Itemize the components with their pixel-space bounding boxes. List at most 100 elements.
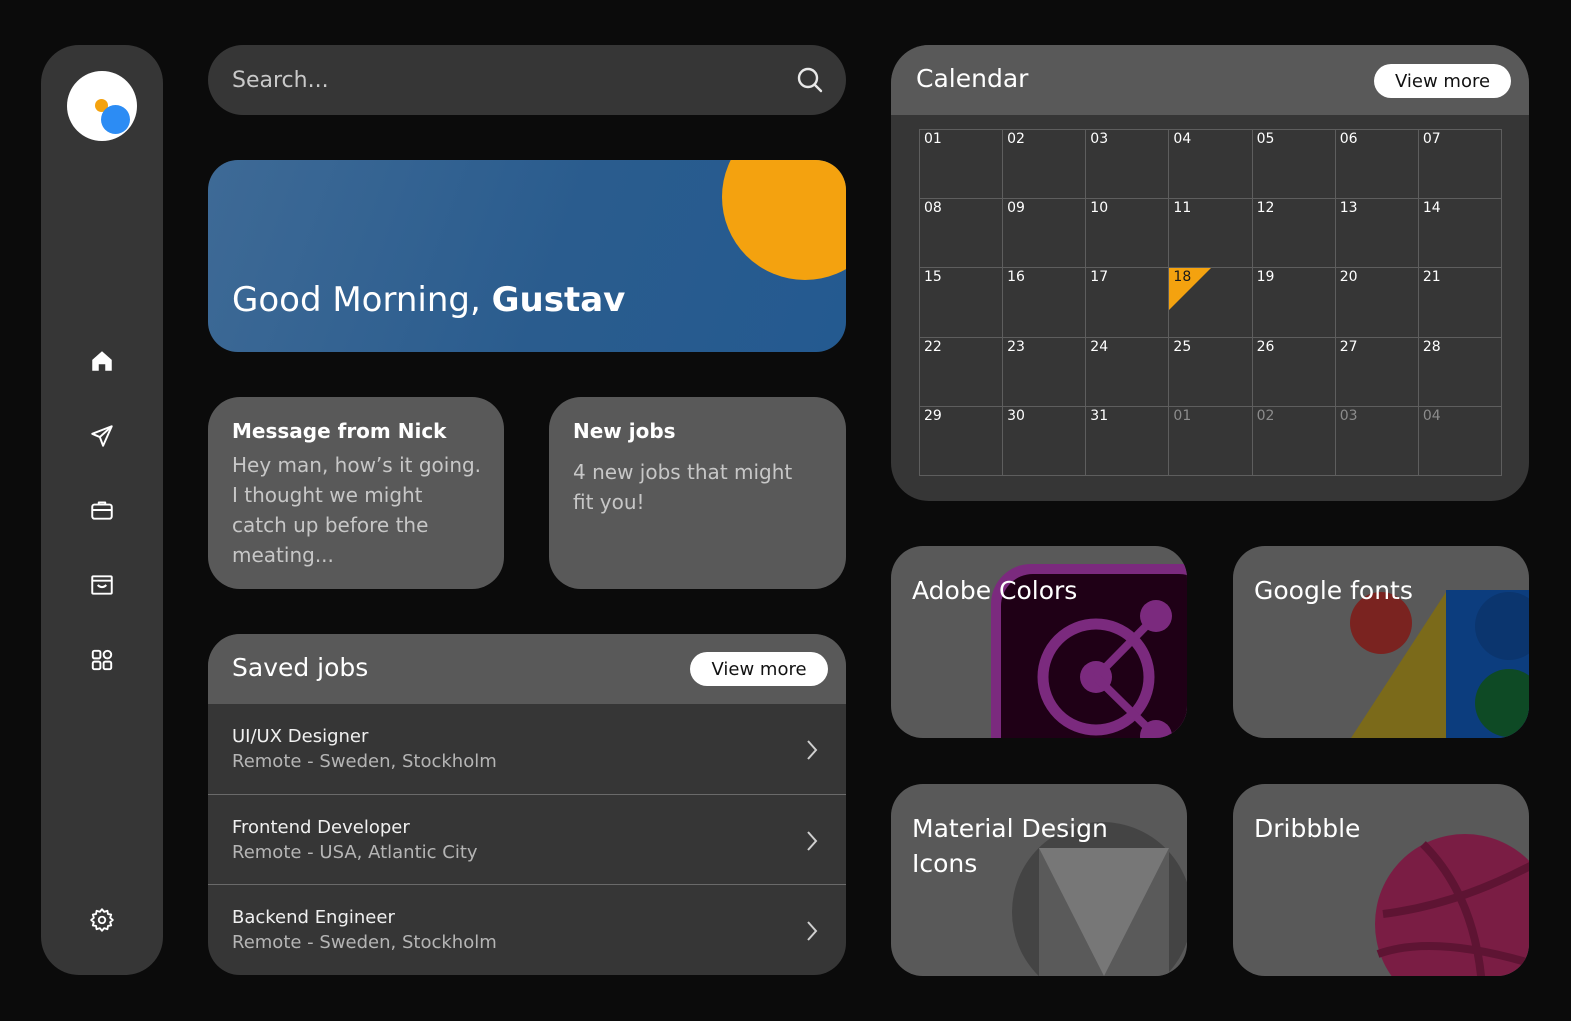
briefcase-icon[interactable] (88, 496, 116, 524)
dribbble-tile[interactable]: Dribbble (1233, 784, 1529, 976)
send-icon[interactable] (88, 422, 116, 450)
app-logo[interactable] (67, 71, 137, 141)
calendar-day[interactable]: 24 (1086, 337, 1170, 407)
calendar-day[interactable]: 15 (920, 268, 1004, 338)
calendar-day[interactable]: 02 (1252, 406, 1336, 476)
calendar-day[interactable]: 10 (1086, 199, 1170, 269)
calendar-day-number: 28 (1422, 338, 1441, 355)
tile-title: Material Design Icons (912, 814, 1108, 878)
calendar-day-number: 11 (1173, 200, 1192, 217)
calendar-day[interactable]: 07 (1418, 130, 1502, 200)
calendar-grid: 01 02 03 04 05 06 07 08 09 10 11 12 13 14 15 16 17 18 19 20… (919, 129, 1502, 476)
calendar-day[interactable]: 28 (1418, 337, 1502, 407)
calendar-day-number: 06 (1339, 131, 1358, 147)
material-design-icons-tile[interactable]: Material Design Icons (891, 784, 1187, 976)
inbox-icon[interactable] (88, 571, 116, 599)
calendar-day-number: 20 (1339, 269, 1358, 286)
message-card-title: Message from Nick (232, 419, 447, 443)
calendar-day-number: 27 (1339, 338, 1358, 355)
chevron-right-icon (807, 921, 818, 941)
apps-grid-icon[interactable] (88, 646, 116, 674)
job-title: Backend Engineer (232, 907, 395, 928)
greeting-text: Good Morning, Gustav (232, 280, 625, 320)
message-card-body: Hey man, how’s it going. I thought we mi… (232, 453, 482, 567)
chevron-right-icon (807, 740, 818, 760)
calendar-day-number: 22 (924, 338, 942, 355)
calendar-day[interactable]: 29 (920, 406, 1004, 476)
saved-jobs-panel: Saved jobs View more UI/UX Designer Remo… (208, 634, 846, 975)
tile-title: Dribbble (1254, 814, 1361, 843)
calendar-day-today[interactable]: 18 (1169, 268, 1253, 338)
calendar-day[interactable]: 16 (1003, 268, 1087, 338)
search-icon[interactable] (796, 66, 824, 94)
logo-dot-blue (101, 105, 130, 134)
calendar-day-number: 07 (1422, 131, 1441, 147)
calendar-day-number: 25 (1173, 338, 1192, 355)
calendar-day[interactable]: 21 (1418, 268, 1502, 338)
job-title: UI/UX Designer (232, 726, 369, 747)
calendar-day[interactable]: 01 (920, 130, 1004, 200)
calendar-day[interactable]: 06 (1335, 130, 1419, 200)
calendar-day[interactable]: 09 (1003, 199, 1087, 269)
saved-job-row[interactable]: UI/UX Designer Remote - Sweden, Stockhol… (208, 704, 846, 794)
calendar-day[interactable]: 14 (1418, 199, 1502, 269)
calendar-day[interactable]: 04 (1169, 130, 1253, 200)
calendar-day[interactable]: 27 (1335, 337, 1419, 407)
calendar-day-number: 17 (1090, 269, 1109, 286)
calendar-day[interactable]: 11 (1169, 199, 1253, 269)
saved-jobs-view-more-button[interactable]: View more (690, 652, 828, 686)
calendar-day-number: 15 (924, 269, 942, 286)
calendar-day[interactable]: 01 (1169, 406, 1253, 476)
calendar-day-number: 04 (1173, 131, 1192, 147)
calendar-day-number: 24 (1090, 338, 1109, 355)
greeting-banner: Good Morning, Gustav (208, 160, 846, 352)
calendar-day[interactable]: 30 (1003, 406, 1087, 476)
calendar-day[interactable]: 05 (1252, 130, 1336, 200)
adobe-colors-tile[interactable]: Adobe Colors (891, 546, 1187, 738)
calendar-day-number: 29 (924, 407, 942, 424)
sun-decoration (722, 160, 846, 280)
message-card[interactable]: Message from Nick Hey man, how’s it goin… (208, 397, 504, 589)
calendar-day[interactable]: 23 (1003, 337, 1087, 407)
calendar-day-number: 31 (1090, 407, 1109, 424)
calendar-day[interactable]: 26 (1252, 337, 1336, 407)
calendar-day[interactable]: 31 (1086, 406, 1170, 476)
new-jobs-card[interactable]: New jobs 4 new jobs that might fit you! (549, 397, 846, 589)
new-jobs-card-body: 4 new jobs that might fit you! (573, 460, 793, 514)
calendar-day[interactable]: 25 (1169, 337, 1253, 407)
job-location: Remote - USA, Atlantic City (232, 842, 478, 863)
new-jobs-card-title: New jobs (573, 419, 676, 443)
saved-jobs-title: Saved jobs (232, 653, 369, 682)
home-icon[interactable] (88, 347, 116, 375)
chevron-right-icon (807, 831, 818, 851)
calendar-day[interactable]: 08 (920, 199, 1004, 269)
calendar-day-number: 09 (1007, 200, 1025, 217)
calendar-day[interactable]: 20 (1335, 268, 1419, 338)
calendar-day-number: 03 (1339, 407, 1358, 424)
calendar-day[interactable]: 03 (1086, 130, 1170, 200)
saved-job-row[interactable]: Frontend Developer Remote - USA, Atlanti… (208, 794, 846, 884)
calendar-day[interactable]: 19 (1252, 268, 1336, 338)
search-bar (208, 45, 846, 115)
calendar-day[interactable]: 17 (1086, 268, 1170, 338)
calendar-day-number: 02 (1256, 407, 1275, 424)
calendar-view-more-button[interactable]: View more (1374, 64, 1511, 98)
calendar-day[interactable]: 13 (1335, 199, 1419, 269)
calendar-day-number: 14 (1422, 200, 1441, 217)
google-fonts-tile[interactable]: Google fonts (1233, 546, 1529, 738)
search-input[interactable] (232, 45, 772, 115)
calendar-day[interactable]: 12 (1252, 199, 1336, 269)
calendar-day[interactable]: 03 (1335, 406, 1419, 476)
calendar-day-number: 30 (1007, 407, 1025, 424)
greeting-prefix: Good Morning, (232, 280, 492, 320)
settings-icon[interactable] (88, 906, 116, 934)
calendar-day[interactable]: 02 (1003, 130, 1087, 200)
calendar-day-number: 18 (1173, 269, 1192, 286)
saved-job-row[interactable]: Backend Engineer Remote - Sweden, Stockh… (208, 884, 846, 974)
calendar-day-number: 03 (1090, 131, 1109, 147)
calendar-day-number: 01 (924, 131, 942, 147)
sidebar (41, 45, 163, 975)
calendar-day[interactable]: 22 (920, 337, 1004, 407)
calendar-day-number: 01 (1173, 407, 1192, 424)
calendar-day[interactable]: 04 (1418, 406, 1502, 476)
